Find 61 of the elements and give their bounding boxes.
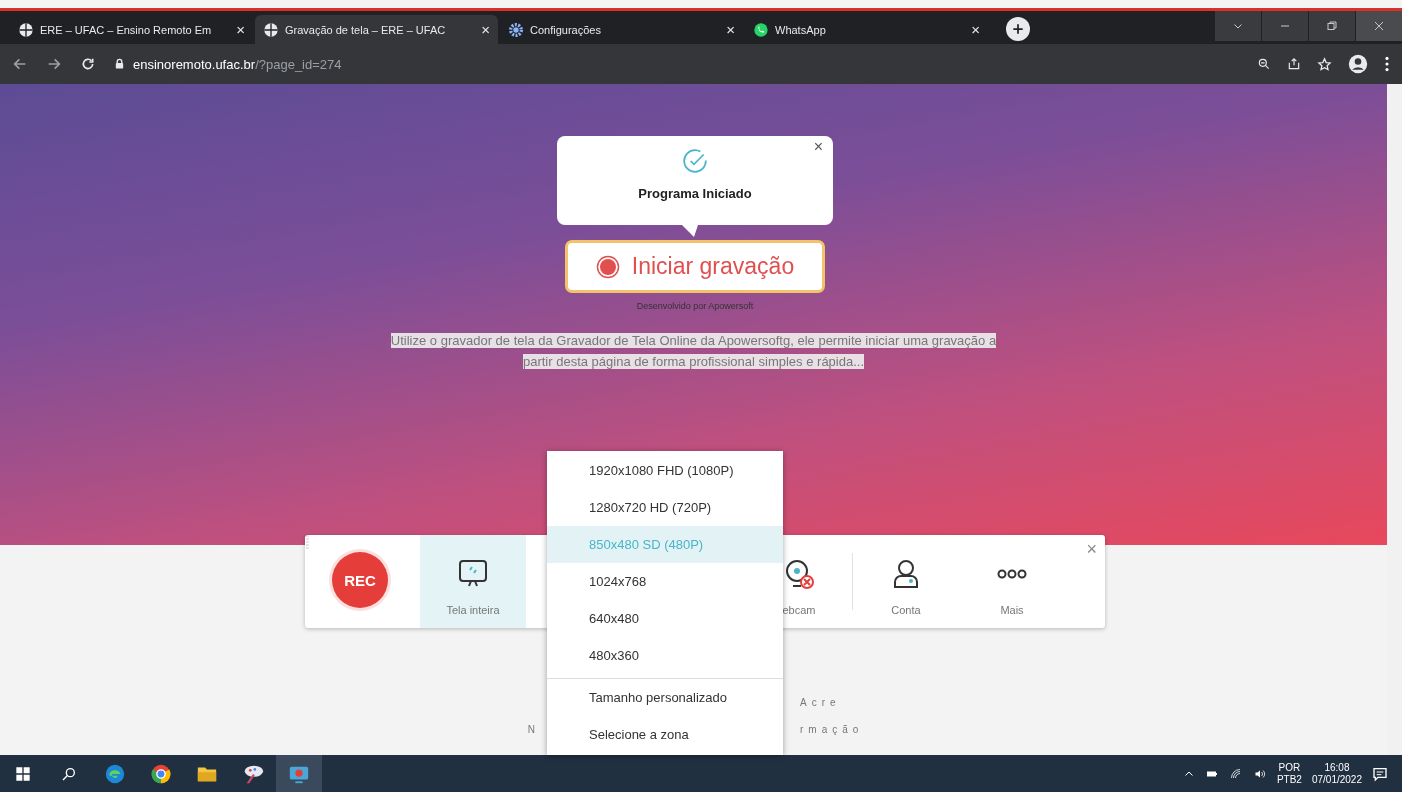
toolbar-button[interactable]: Mais [959,535,1065,628]
menu-item[interactable]: 1920x1080 FHD (1080P) [547,452,783,489]
footer-text: rmação [799,724,865,735]
toolbar-button[interactable]: Conta [853,535,959,628]
back-button[interactable] [12,56,28,72]
rec-button[interactable]: REC [332,552,388,608]
profile-icon [1348,54,1368,74]
gear-icon [508,21,524,38]
reload-icon [80,56,96,72]
menu-item[interactable]: 480x360 [547,637,783,674]
drag-handle-icon [305,535,310,549]
clock-time[interactable]: 16:08 [1324,761,1350,774]
wifi-icon [1228,767,1243,780]
callout-close-button[interactable]: × [809,138,827,156]
new-tab-button[interactable] [1006,17,1030,41]
menu-icon [1384,56,1390,72]
browser-tab[interactable]: ERE – UFAC – Ensino Remoto Em × [10,15,253,44]
clock-date[interactable]: 07/01/2022 [1311,773,1362,786]
callout-title: Programa Iniciado [638,186,752,201]
footer-text: Acre [799,697,842,708]
description-text: Utilize o gravador de tela da Gravador de Tela Online da Apowersoftg, ele permite iniciar uma gravação a partir desta página de forma profissional simples e rápida... [389,332,998,371]
menu-item[interactable]: Selecione a zona [547,716,783,753]
keyboard-layout-text[interactable]: PTB2 [1276,773,1302,786]
star-icon [1317,56,1332,72]
close-icon [1373,20,1385,32]
start-recording-button[interactable]: Iniciar gravação [565,240,825,293]
language-text[interactable]: POR [1278,761,1301,774]
credit-text: Desenvolvido por Apowersoft [636,301,754,311]
chat-bubble-icon [753,21,769,38]
globe-icon [263,21,279,38]
reload-button[interactable] [80,56,96,72]
back-arrow-icon [12,56,28,72]
globe-icon [18,21,34,38]
ring-icon [150,762,172,785]
forward-arrow-icon [46,56,62,72]
browser-tab[interactable]: WhatsApp × [745,15,988,44]
scrollbar[interactable] [1387,84,1402,755]
toolbar-close-button[interactable]: × [1086,539,1097,560]
menu-item[interactable]: 1280x720 HD (720P) [547,489,783,526]
url-text[interactable]: ensinoremoto.ufac.br/?page_id=274 [133,56,342,72]
share-icon [1287,57,1301,71]
search-icon [61,765,77,782]
webcam-icon [783,558,815,590]
plus-icon [1011,22,1025,36]
menu-item[interactable]: 1024x768 [547,563,783,600]
browser-tab[interactable]: Configurações × [500,15,743,44]
footer-text: N [526,724,540,735]
forward-button[interactable] [46,56,62,72]
zoom-icon [1257,57,1271,71]
lock-icon [114,58,125,70]
check-circle-icon [682,148,708,174]
menu-item[interactable]: 640x480 [547,600,783,637]
restore-button[interactable] [1309,11,1355,41]
notification-icon [1372,765,1388,782]
browser-tab[interactable]: Gravação de tela – ERE – UFAC × [255,15,498,44]
swirl-icon [104,762,126,785]
record-icon [595,254,620,279]
restore-icon [1326,20,1338,32]
toolbar-button[interactable]: Tela inteira [420,535,526,628]
windows-logo-icon [15,765,31,782]
menu-item[interactable]: Tamanho personalizado [547,679,783,716]
